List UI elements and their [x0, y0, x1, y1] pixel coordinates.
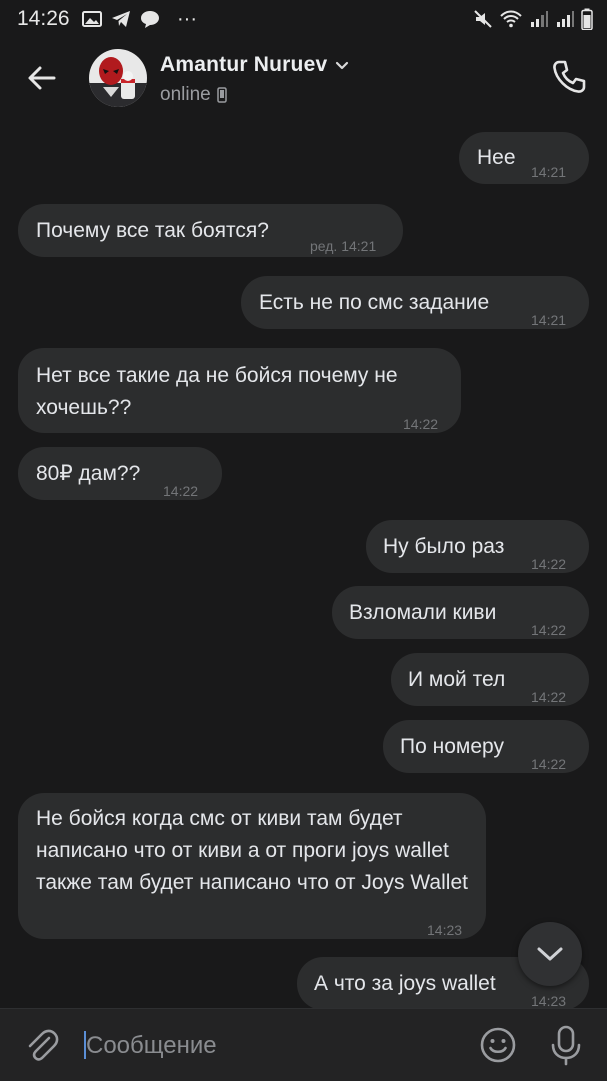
message-outgoing[interactable]: Нее 14:21 [459, 132, 589, 184]
mute-icon [474, 10, 492, 28]
message-outgoing[interactable]: Есть не по смс задание 14:21 [241, 276, 589, 329]
message-outgoing[interactable]: И мой тел 14:22 [391, 653, 589, 706]
message-outgoing[interactable]: По номеру 14:22 [383, 720, 589, 773]
message-outgoing[interactable]: Ну было раз 14:22 [366, 520, 589, 573]
gallery-icon [82, 11, 102, 27]
message-time: 14:21 [531, 164, 567, 180]
message-text: Ну было раз [383, 535, 505, 558]
message-time: 14:22 [531, 756, 567, 772]
message-incoming[interactable]: Почему все так боятся? ред. 14:21 [18, 204, 403, 257]
back-arrow-icon[interactable] [22, 58, 62, 98]
signal-icon [557, 11, 574, 27]
message-text: Почему все так боятся? [36, 219, 269, 242]
message-incoming[interactable]: 80₽ дам?? 14:22 [18, 447, 222, 500]
contact-status: online [160, 84, 211, 105]
avatar[interactable] [89, 49, 147, 107]
battery-icon [581, 8, 593, 30]
message-text: Не бойся когда смс от киви там будет нап… [36, 807, 468, 894]
message-time: 14:22 [163, 483, 199, 499]
mobile-device-icon [216, 87, 227, 103]
signal-icon [531, 11, 548, 27]
message-text: Есть не по смс задание [259, 291, 490, 314]
message-input[interactable]: Сообщение [84, 1023, 464, 1067]
message-text: И мой тел [408, 668, 506, 691]
message-text: Взломали киви [349, 601, 497, 624]
message-text: Нет все такие да не бойся почему не хоче… [36, 364, 398, 419]
status-bar: 14:26 ··· [0, 0, 607, 38]
message-input-placeholder: Сообщение [86, 1032, 217, 1059]
message-time: 14:23 [427, 922, 463, 938]
avatar-image [89, 49, 147, 107]
chat-icon [141, 11, 159, 28]
telegram-icon [112, 11, 130, 27]
contact-name-row[interactable]: Amantur Nuruev [160, 53, 351, 77]
phone-icon[interactable] [548, 56, 590, 98]
message-text: А что за joys wallet [314, 972, 496, 995]
system-icons [473, 7, 593, 31]
contact-status-row: online [160, 84, 227, 106]
message-time: 14:22 [531, 689, 567, 705]
message-time: 14:23 [531, 993, 567, 1008]
chevron-down-icon [537, 947, 563, 961]
message-text: Нее [477, 146, 516, 169]
message-text: 80₽ дам?? [36, 462, 141, 485]
message-time: ред. 14:21 [310, 238, 377, 254]
message-time: 14:22 [403, 416, 439, 432]
contact-name[interactable]: Amantur Nuruev [160, 53, 327, 77]
scroll-to-bottom-button[interactable] [518, 922, 582, 986]
message-time: 14:21 [531, 312, 567, 328]
message-time: 14:22 [531, 622, 567, 638]
message-outgoing[interactable]: Взломали киви 14:22 [332, 586, 589, 639]
message-time: 14:22 [531, 556, 567, 572]
wifi-icon [500, 10, 522, 28]
chat-header: Amantur Nuruev online [0, 38, 607, 118]
chevron-down-icon[interactable] [333, 56, 351, 74]
message-list[interactable]: Нее 14:21 Почему все так боятся? ред. 14… [0, 118, 607, 1008]
microphone-icon[interactable] [546, 1023, 586, 1067]
emoji-icon[interactable] [478, 1025, 518, 1065]
message-text: По номеру [400, 735, 504, 758]
status-time: 14:26 [17, 7, 70, 30]
paperclip-icon[interactable] [22, 1025, 62, 1065]
message-incoming[interactable]: Не бойся когда смс от киви там будет нап… [18, 793, 486, 939]
notification-icons: ··· [82, 8, 197, 30]
message-composer: Сообщение [0, 1008, 607, 1081]
message-incoming[interactable]: Нет все такие да не бойся почему не хоче… [18, 348, 461, 433]
more-icon: ··· [177, 8, 197, 30]
